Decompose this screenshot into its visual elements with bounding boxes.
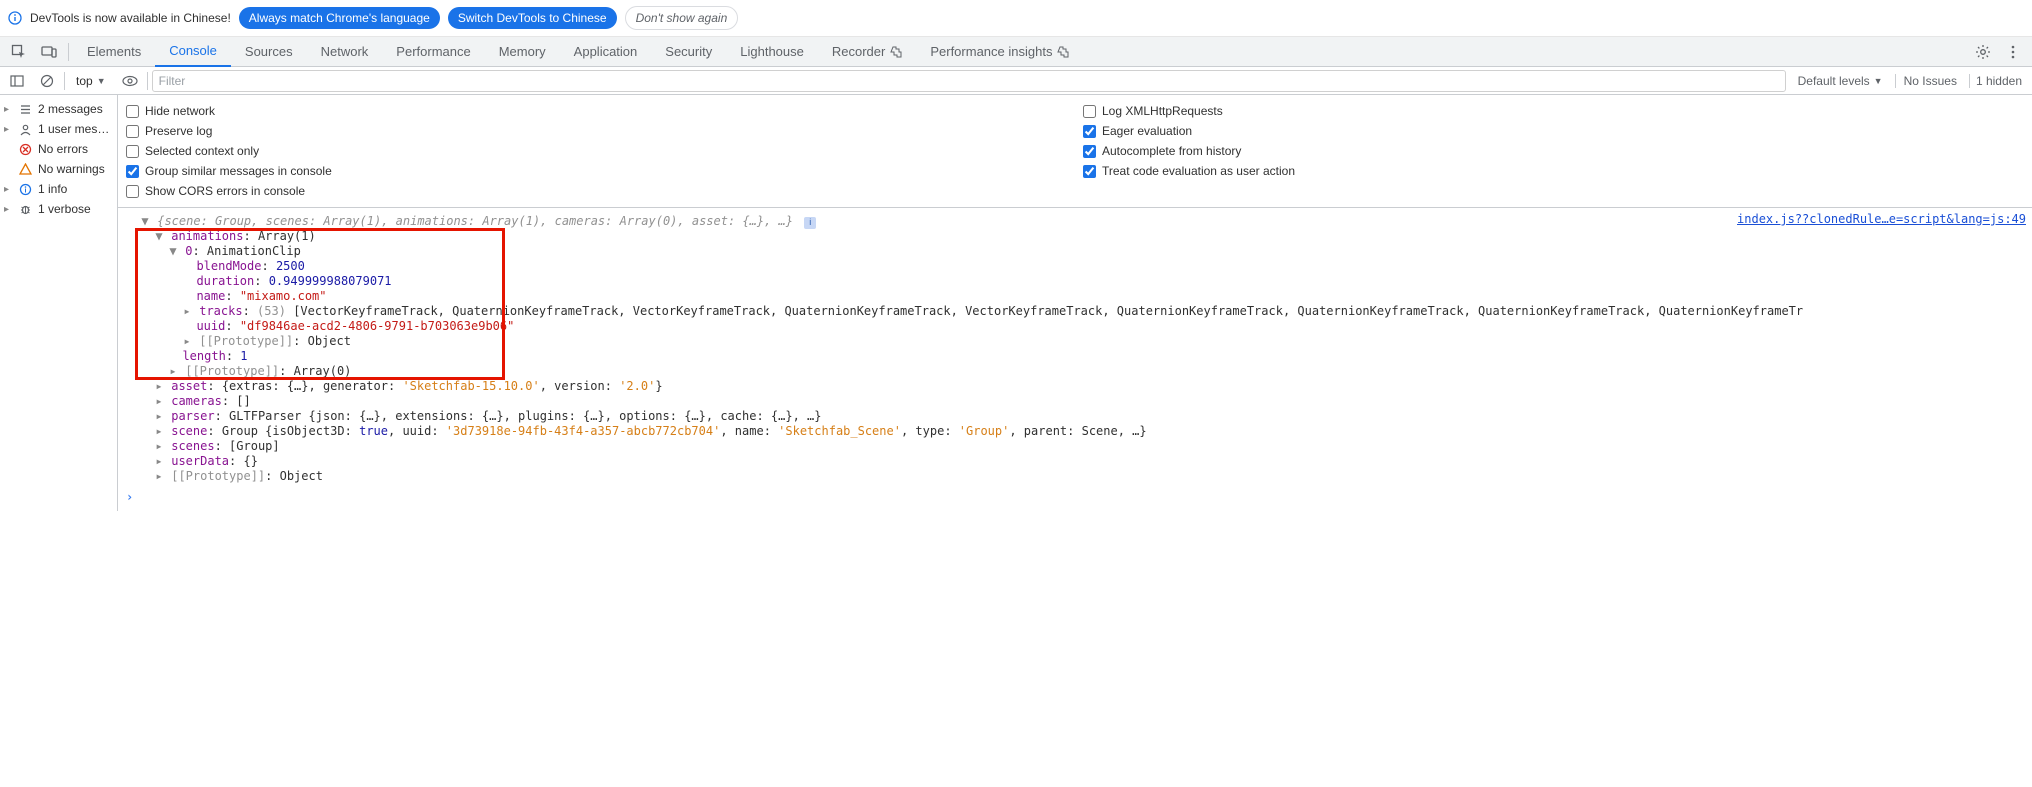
more-icon[interactable] bbox=[1998, 37, 2028, 67]
prop-animations[interactable]: ▼ animations: Array(1) bbox=[118, 229, 2032, 244]
console-settings: Hide network Preserve log Selected conte… bbox=[118, 95, 2032, 208]
prop-cameras[interactable]: ▸ cameras: [] bbox=[118, 394, 2032, 409]
chk-user-action[interactable]: Treat code evaluation as user action bbox=[1083, 161, 2024, 181]
console-toolbar: top▼ Default levels▼ No Issues 1 hidden bbox=[0, 67, 2032, 95]
settings-gear-icon[interactable] bbox=[1968, 37, 1998, 67]
chk-hide-network[interactable]: Hide network bbox=[126, 101, 1067, 121]
context-selector[interactable]: top▼ bbox=[69, 71, 113, 91]
always-match-button[interactable]: Always match Chrome's language bbox=[239, 7, 440, 29]
info-icon bbox=[8, 11, 22, 25]
devtools-tabbar: Elements Console Sources Network Perform… bbox=[0, 37, 2032, 67]
prop-proto1[interactable]: ▸ [[Prototype]]: Array(0) bbox=[118, 364, 2032, 379]
issues-counter[interactable]: No Issues bbox=[1895, 74, 1965, 88]
chk-eager-eval[interactable]: Eager evaluation bbox=[1083, 121, 2024, 141]
prop-tracks[interactable]: ▸ tracks: (53) [VectorKeyframeTrack, Qua… bbox=[118, 304, 2032, 319]
warn-icon bbox=[18, 162, 32, 176]
tab-recorder[interactable]: Recorder bbox=[818, 37, 916, 67]
prop-duration[interactable]: duration: 0.949999988079071 bbox=[118, 274, 2032, 289]
inspect-icon[interactable] bbox=[4, 37, 34, 67]
chk-log-xhr[interactable]: Log XMLHttpRequests bbox=[1083, 101, 2024, 121]
device-toggle-icon[interactable] bbox=[34, 37, 64, 67]
list-icon bbox=[18, 102, 32, 116]
sidebar-item-messages[interactable]: ▸2 messages bbox=[0, 99, 117, 119]
chk-cors-errors[interactable]: Show CORS errors in console bbox=[126, 181, 1067, 201]
banner-text: DevTools is now available in Chinese! bbox=[30, 11, 231, 25]
language-banner: DevTools is now available in Chinese! Al… bbox=[0, 0, 2032, 37]
prop-parser[interactable]: ▸ parser: GLTFParser {json: {…}, extensi… bbox=[118, 409, 2032, 424]
tab-memory[interactable]: Memory bbox=[485, 37, 560, 67]
tab-security[interactable]: Security bbox=[651, 37, 726, 67]
bug-icon bbox=[18, 202, 32, 216]
hidden-counter[interactable]: 1 hidden bbox=[1969, 74, 2028, 88]
chk-autocomplete[interactable]: Autocomplete from history bbox=[1083, 141, 2024, 161]
chk-selected-context[interactable]: Selected context only bbox=[126, 141, 1067, 161]
chk-group-similar[interactable]: Group similar messages in console bbox=[126, 161, 1067, 181]
prop-userdata[interactable]: ▸ userData: {} bbox=[118, 454, 2032, 469]
prop-proto[interactable]: ▸ [[Prototype]]: Object bbox=[118, 469, 2032, 484]
filter-input[interactable] bbox=[152, 70, 1786, 92]
console-sidebar: ▸2 messages ▸1 user mes… No errors No wa… bbox=[0, 95, 118, 511]
console-output: index.js??clonedRule…e=script&lang=js:49… bbox=[118, 208, 2032, 511]
tab-sources[interactable]: Sources bbox=[231, 37, 307, 67]
switch-chinese-button[interactable]: Switch DevTools to Chinese bbox=[448, 7, 617, 29]
clear-console-icon[interactable] bbox=[34, 68, 60, 94]
sidebar-toggle-icon[interactable] bbox=[4, 68, 30, 94]
live-expression-icon[interactable] bbox=[117, 68, 143, 94]
prop-asset[interactable]: ▸ asset: {extras: {…}, generator: 'Sketc… bbox=[118, 379, 2032, 394]
error-icon bbox=[18, 142, 32, 156]
sidebar-item-verbose[interactable]: ▸1 verbose bbox=[0, 199, 117, 219]
console-prompt[interactable]: › bbox=[118, 484, 2032, 505]
tab-elements[interactable]: Elements bbox=[73, 37, 155, 67]
tab-perf-insights[interactable]: Performance insights bbox=[916, 37, 1083, 67]
source-link[interactable]: index.js??clonedRule…e=script&lang=js:49 bbox=[1737, 212, 2026, 227]
tab-application[interactable]: Application bbox=[560, 37, 652, 67]
info-badge-icon[interactable]: i bbox=[804, 217, 816, 229]
tab-network[interactable]: Network bbox=[307, 37, 383, 67]
prop-uuid[interactable]: uuid: "df9846ae-acd2-4806-9791-b703063e9… bbox=[118, 319, 2032, 334]
tab-console[interactable]: Console bbox=[155, 37, 231, 67]
sidebar-item-info[interactable]: ▸1 info bbox=[0, 179, 117, 199]
tab-lighthouse[interactable]: Lighthouse bbox=[726, 37, 818, 67]
prop-scene[interactable]: ▸ scene: Group {isObject3D: true, uuid: … bbox=[118, 424, 2032, 439]
sidebar-item-errors[interactable]: No errors bbox=[0, 139, 117, 159]
log-levels-selector[interactable]: Default levels▼ bbox=[1790, 74, 1891, 88]
tab-performance[interactable]: Performance bbox=[382, 37, 484, 67]
prop-name[interactable]: name: "mixamo.com" bbox=[118, 289, 2032, 304]
user-icon bbox=[18, 122, 32, 136]
dont-show-again-button[interactable]: Don't show again bbox=[625, 6, 739, 30]
info-icon bbox=[18, 182, 32, 196]
prop-proto0[interactable]: ▸ [[Prototype]]: Object bbox=[118, 334, 2032, 349]
sidebar-item-warnings[interactable]: No warnings bbox=[0, 159, 117, 179]
sidebar-item-user[interactable]: ▸1 user mes… bbox=[0, 119, 117, 139]
prop-blendmode[interactable]: blendMode: 2500 bbox=[118, 259, 2032, 274]
prop-length[interactable]: length: 1 bbox=[118, 349, 2032, 364]
prop-anim-0[interactable]: ▼ 0: AnimationClip bbox=[118, 244, 2032, 259]
prop-scenes[interactable]: ▸ scenes: [Group] bbox=[118, 439, 2032, 454]
chk-preserve-log[interactable]: Preserve log bbox=[126, 121, 1067, 141]
